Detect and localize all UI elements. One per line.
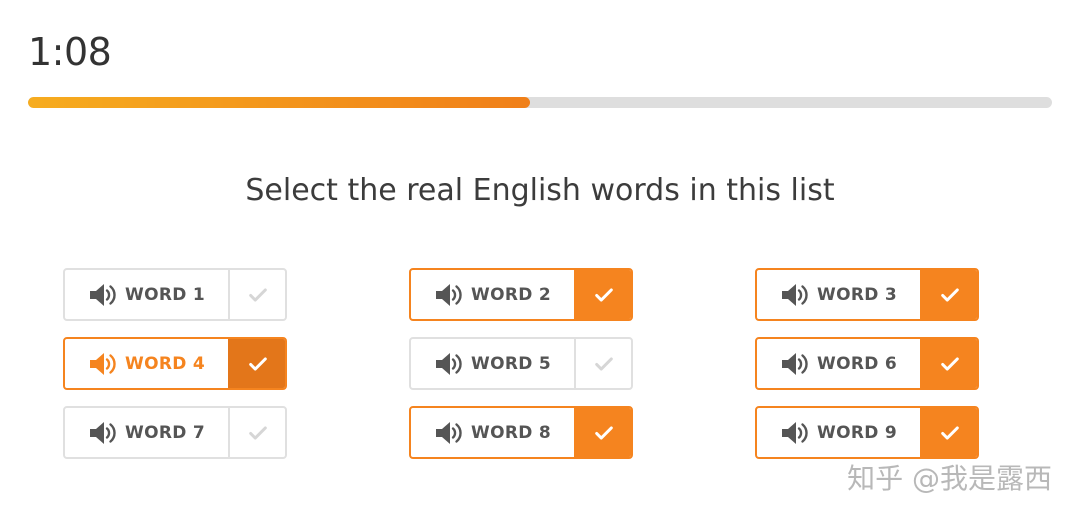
- select-checkbox[interactable]: [920, 339, 977, 388]
- instruction-text: Select the real English words in this li…: [245, 173, 835, 208]
- progress-bar-fill: [28, 97, 530, 108]
- check-icon: [940, 356, 959, 371]
- word-tile-5[interactable]: WORD 5: [409, 337, 633, 390]
- word-audio-button[interactable]: WORD 3: [757, 270, 920, 319]
- word-label: WORD 5: [471, 353, 551, 374]
- check-icon: [248, 356, 267, 371]
- word-tile-6[interactable]: WORD 6: [755, 337, 979, 390]
- word-audio-button[interactable]: WORD 4: [65, 339, 228, 388]
- select-checkbox[interactable]: [920, 270, 977, 319]
- select-checkbox[interactable]: [920, 408, 977, 457]
- select-checkbox[interactable]: [228, 339, 285, 388]
- word-label: WORD 3: [817, 284, 897, 305]
- speaker-icon: [88, 282, 120, 308]
- word-audio-button[interactable]: WORD 5: [411, 339, 574, 388]
- word-audio-button[interactable]: WORD 9: [757, 408, 920, 457]
- word-tile-1[interactable]: WORD 1: [63, 268, 287, 321]
- word-label: WORD 2: [471, 284, 551, 305]
- select-checkbox[interactable]: [228, 408, 285, 457]
- check-icon: [940, 287, 959, 302]
- word-label: WORD 7: [125, 422, 205, 443]
- word-tile-8[interactable]: WORD 8: [409, 406, 633, 459]
- word-tile-7[interactable]: WORD 7: [63, 406, 287, 459]
- check-icon: [248, 287, 267, 302]
- word-tile-2[interactable]: WORD 2: [409, 268, 633, 321]
- word-tile-9[interactable]: WORD 9: [755, 406, 979, 459]
- check-icon: [594, 287, 613, 302]
- word-tile-4[interactable]: WORD 4: [63, 337, 287, 390]
- select-checkbox[interactable]: [228, 270, 285, 319]
- watermark: 知乎 @我是露西: [847, 462, 1052, 495]
- word-label: WORD 4: [125, 353, 205, 374]
- word-audio-button[interactable]: WORD 8: [411, 408, 574, 457]
- speaker-icon: [434, 351, 466, 377]
- word-grid: WORD 1 WORD 2 WORD 3 WORD 4 WORD 5 WORD 6 WORD…: [63, 268, 979, 459]
- select-checkbox[interactable]: [574, 270, 631, 319]
- speaker-icon: [88, 351, 120, 377]
- check-icon: [594, 425, 613, 440]
- word-label: WORD 9: [817, 422, 897, 443]
- select-checkbox[interactable]: [574, 339, 631, 388]
- word-audio-button[interactable]: WORD 1: [65, 270, 228, 319]
- speaker-icon: [434, 420, 466, 446]
- check-icon: [594, 356, 613, 371]
- speaker-icon: [434, 282, 466, 308]
- word-tile-3[interactable]: WORD 3: [755, 268, 979, 321]
- check-icon: [940, 425, 959, 440]
- speaker-icon: [780, 351, 812, 377]
- word-audio-button[interactable]: WORD 7: [65, 408, 228, 457]
- word-audio-button[interactable]: WORD 2: [411, 270, 574, 319]
- word-label: WORD 1: [125, 284, 205, 305]
- speaker-icon: [780, 282, 812, 308]
- speaker-icon: [780, 420, 812, 446]
- word-label: WORD 6: [817, 353, 897, 374]
- word-audio-button[interactable]: WORD 6: [757, 339, 920, 388]
- progress-bar: [28, 97, 1052, 108]
- check-icon: [248, 425, 267, 440]
- select-checkbox[interactable]: [574, 408, 631, 457]
- timer: 1:08: [28, 30, 112, 74]
- speaker-icon: [88, 420, 120, 446]
- word-label: WORD 8: [471, 422, 551, 443]
